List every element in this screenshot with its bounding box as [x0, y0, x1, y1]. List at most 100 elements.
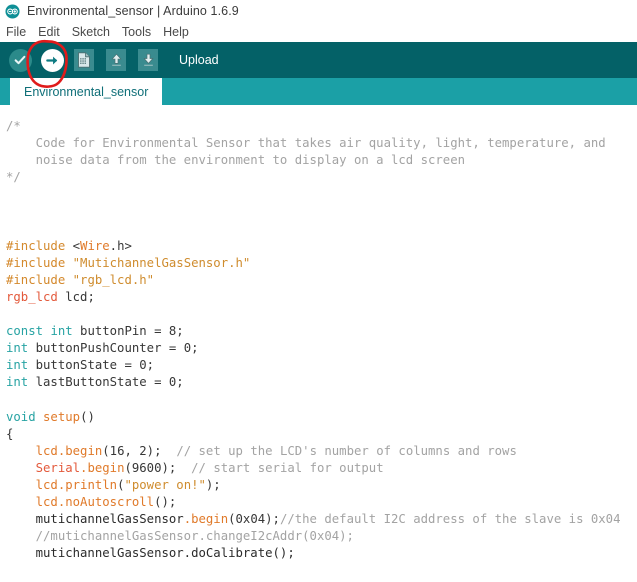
code-token: (9600); — [124, 460, 192, 475]
code-line: { — [6, 426, 637, 443]
code-token: buttonPin = 8; — [72, 324, 184, 339]
code-line: /* — [6, 118, 637, 135]
code-token: "MutichannelGasSensor.h" — [72, 255, 251, 270]
upload-button-circle — [40, 48, 64, 72]
code-token: lcd.println — [35, 477, 118, 492]
code-token: "power on!" — [124, 477, 206, 492]
open-button[interactable] — [102, 46, 130, 74]
code-lines[interactable]: /* Code for Environmental Sensor that ta… — [0, 118, 637, 582]
menu-item-help[interactable]: Help — [162, 25, 190, 39]
code-editor[interactable]: /* Code for Environmental Sensor that ta… — [0, 112, 637, 582]
verify-button[interactable] — [6, 46, 34, 74]
code-token: #include — [6, 272, 73, 287]
arduino-infinity-logo-icon — [5, 3, 20, 19]
menu-item-tools[interactable]: Tools — [121, 25, 152, 39]
save-button-bg — [138, 49, 158, 71]
code-token: lcd; — [57, 289, 95, 304]
code-token: //the default I2C address of the slave i… — [279, 512, 621, 527]
code-token: (16, 2); — [102, 443, 177, 458]
code-line: #include "MutichannelGasSensor.h" — [6, 255, 637, 272]
code-line: noise data from the environment to displ… — [6, 152, 637, 169]
open-button-bg — [106, 49, 126, 71]
new-button[interactable] — [70, 46, 98, 74]
code-line: lcd.println("power on!"); — [6, 477, 637, 494]
titlebar: Environmental_sensor | Arduino 1.6.9 — [0, 0, 637, 22]
toolbar: Upload — [0, 42, 637, 78]
code-token: */ — [6, 170, 21, 185]
code-token: //mutichannelGasSensor.changeI2cAddr(0x0… — [6, 529, 354, 544]
tabbar: Environmental_sensor — [0, 78, 637, 105]
code-token: mutichannelGasSensor.doCalibrate(); — [6, 546, 295, 561]
code-line: mutichannelGasSensor.doCalibrate(); — [6, 545, 637, 562]
code-token: // start serial for output — [191, 460, 384, 475]
code-line: int lastButtonState = 0; — [6, 374, 637, 391]
code-line: int buttonState = 0; — [6, 357, 637, 374]
code-token: Code for Environmental Sensor that takes… — [6, 136, 606, 151]
code-line: Code for Environmental Sensor that takes… — [6, 135, 637, 152]
menubar: File Edit Sketch Tools Help — [0, 22, 637, 42]
code-token: Wire — [80, 238, 110, 253]
code-token: .begin — [183, 512, 229, 527]
code-token: #include — [6, 255, 73, 270]
code-token: setup — [43, 409, 81, 424]
code-line: #include <Wire.h> — [6, 238, 637, 255]
code-line: #include "rgb_lcd.h" — [6, 272, 637, 289]
code-token: { — [6, 426, 14, 441]
code-token: (0x04); — [228, 512, 280, 527]
code-token: Serial — [35, 460, 81, 475]
verify-button-circle — [8, 48, 32, 72]
code-line: //mutichannelGasSensor.changeI2cAddr(0x0… — [6, 528, 637, 545]
menu-item-edit[interactable]: Edit — [37, 25, 61, 39]
code-line: int buttonPushCounter = 0; — [6, 340, 637, 357]
code-token: () — [80, 409, 95, 424]
code-line: Serial.begin(9600); // start serial for … — [6, 460, 637, 477]
code-token: < — [72, 238, 81, 253]
right-arrow-icon — [45, 56, 57, 64]
code-line: lcd.begin(16, 2); // set up the LCD's nu… — [6, 443, 637, 460]
code-token: int — [50, 324, 73, 339]
menu-item-file[interactable]: File — [5, 25, 27, 39]
code-token: .begin — [80, 460, 125, 475]
code-line: mutichannelGasSensor.begin(0x04);//the d… — [6, 511, 637, 528]
code-token: int — [6, 375, 29, 390]
code-token: int — [6, 341, 29, 356]
save-button[interactable] — [134, 46, 162, 74]
code-token: const — [6, 324, 44, 339]
code-line: const int buttonPin = 8; — [6, 323, 637, 340]
code-token: int — [6, 358, 29, 373]
menu-item-sketch[interactable]: Sketch — [71, 25, 111, 39]
code-token: void — [6, 409, 36, 424]
window-title: Environmental_sensor | Arduino 1.6.9 — [27, 4, 239, 18]
sketch-tab-label: Environmental_sensor — [24, 84, 149, 99]
arduino-ide-window: Environmental_sensor | Arduino 1.6.9 Fil… — [0, 0, 637, 582]
toolbar-tooltip-label: Upload — [179, 53, 219, 67]
up-arrow-icon — [110, 53, 122, 66]
down-arrow-icon — [142, 53, 154, 66]
code-token: rgb_lcd — [6, 289, 58, 304]
code-token: lastButtonState = 0; — [28, 375, 184, 390]
code-token: #include — [6, 238, 73, 253]
code-token: /* — [6, 119, 21, 133]
code-token: .h> — [109, 238, 132, 253]
new-document-icon — [78, 52, 90, 68]
code-token: buttonState = 0; — [28, 358, 155, 373]
code-token: (); — [154, 495, 177, 510]
code-token: mutichannelGasSensor — [6, 512, 184, 527]
sketch-tab-environmental-sensor[interactable]: Environmental_sensor — [10, 78, 163, 105]
code-line: rgb_lcd lcd; — [6, 289, 637, 306]
code-token: // set up the LCD's number of columns an… — [176, 443, 517, 458]
code-token: lcd.begin — [35, 443, 103, 458]
upload-button[interactable] — [38, 46, 66, 74]
code-token: buttonPushCounter = 0; — [28, 341, 199, 356]
code-token: ); — [205, 477, 221, 492]
